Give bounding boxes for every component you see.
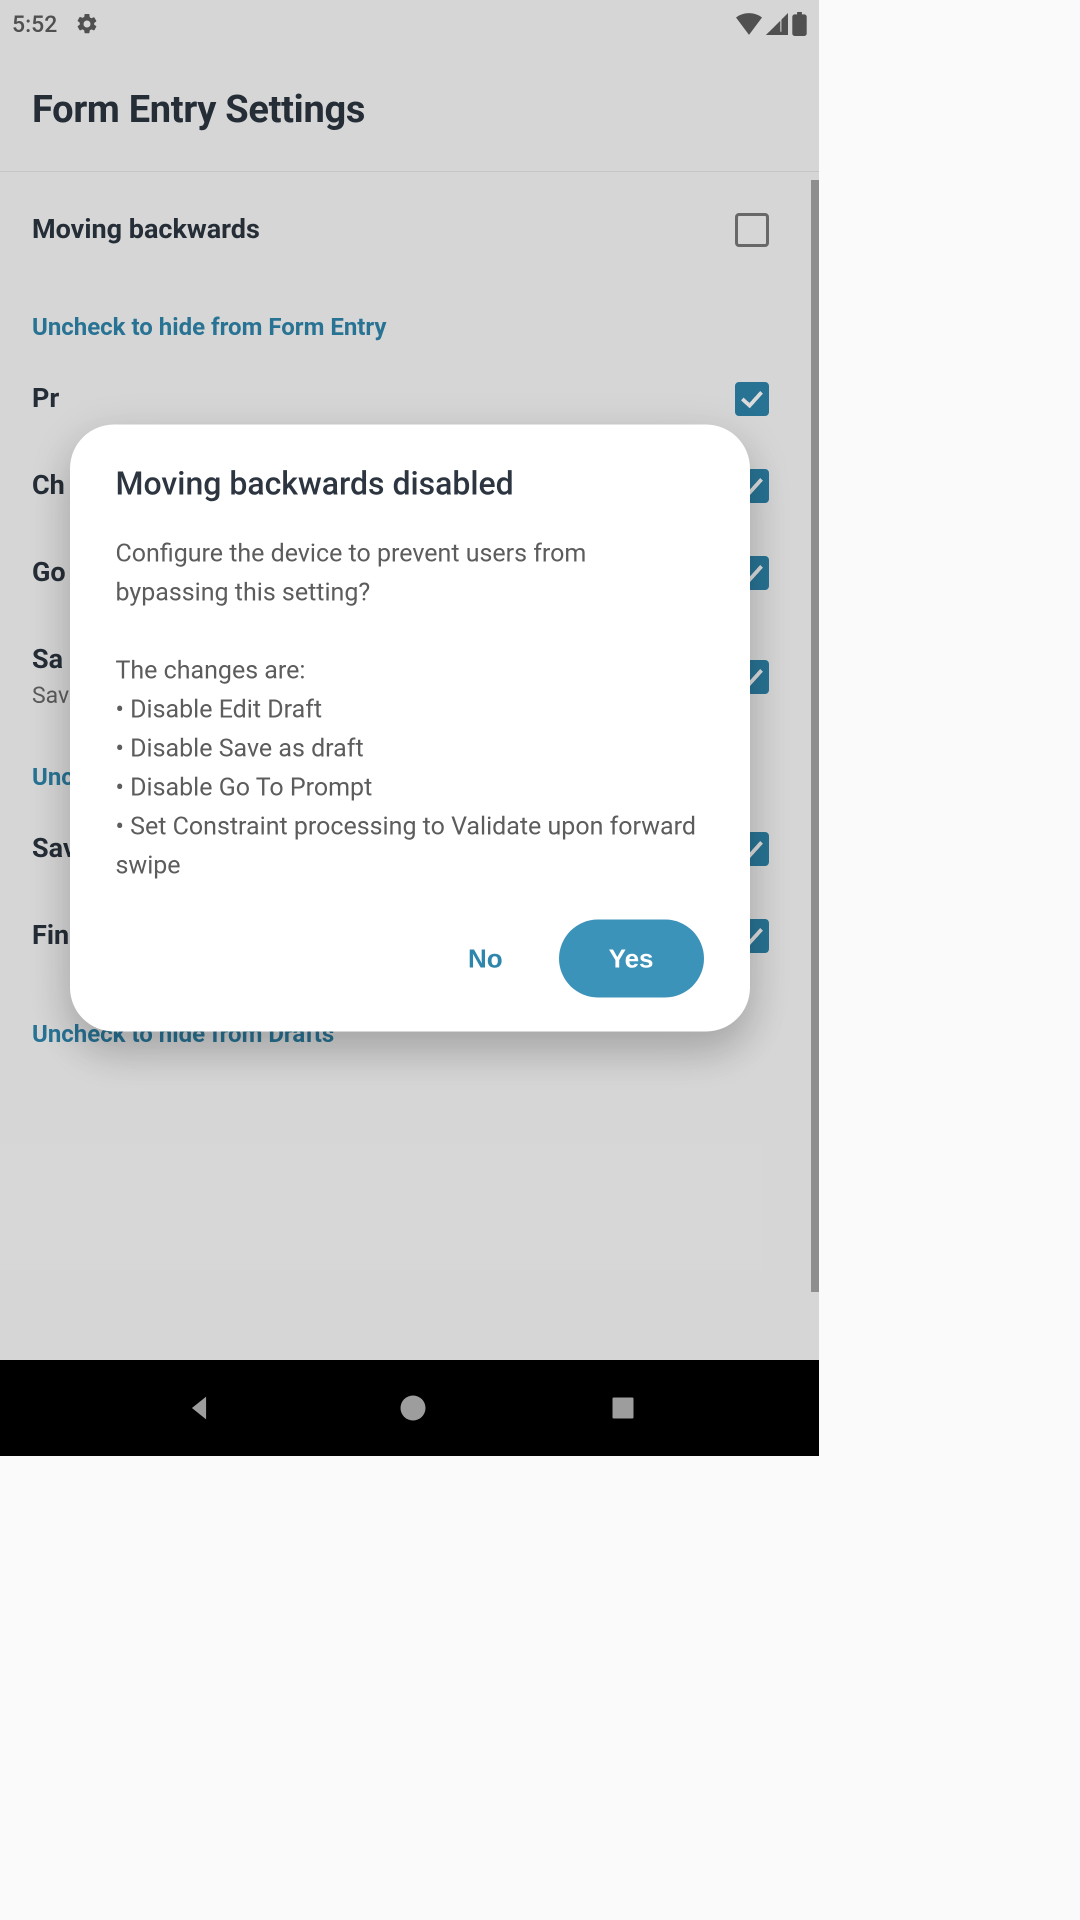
dialog-moving-backwards-disabled: Moving backwards disabled Configure the …	[70, 425, 750, 1032]
no-button[interactable]: No	[440, 925, 531, 992]
back-icon[interactable]	[182, 1391, 216, 1425]
home-icon[interactable]	[398, 1393, 428, 1423]
dialog-title: Moving backwards disabled	[116, 465, 704, 503]
recents-icon[interactable]	[609, 1394, 637, 1422]
yes-button[interactable]: Yes	[559, 920, 704, 998]
dialog-body: Configure the device to prevent users fr…	[116, 535, 704, 886]
system-nav-bar	[0, 1360, 819, 1456]
dialog-actions: No Yes	[116, 920, 704, 998]
